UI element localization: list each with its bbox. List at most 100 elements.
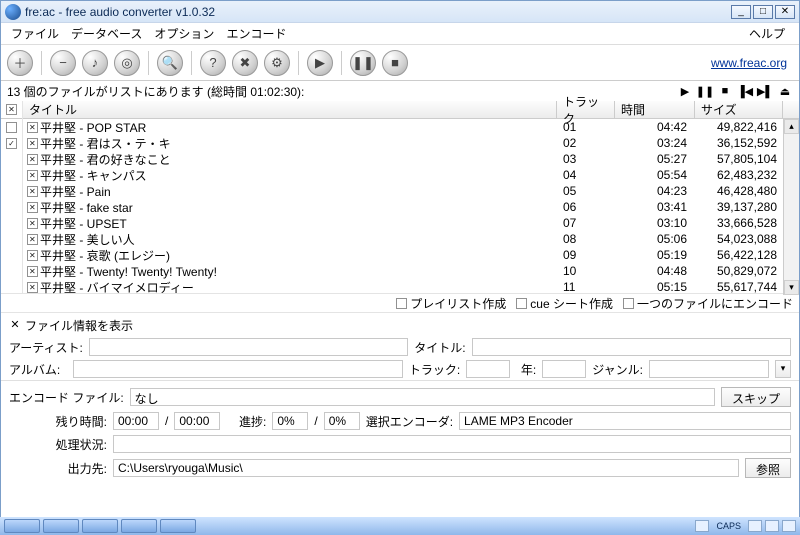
tray-icon[interactable] [765, 520, 779, 532]
play-icon[interactable]: ▶ [307, 50, 333, 76]
row-track: 02 [557, 136, 615, 150]
row-size: 54,023,088 [695, 232, 783, 246]
row-size: 50,829,072 [695, 264, 783, 278]
row-mark-icon[interactable] [27, 170, 38, 181]
col-title[interactable]: タイトル [23, 101, 557, 118]
outdir-input[interactable]: C:\Users\ryouga\Music\ [113, 459, 739, 477]
row-track: 07 [557, 216, 615, 230]
select-all-checkbox[interactable] [6, 104, 17, 115]
table-row[interactable]: 平井堅 - 君はス・テ・キ0203:2436,152,592 [23, 135, 783, 151]
genre-input[interactable] [649, 360, 769, 378]
table-row[interactable]: 平井堅 - Pain0504:2346,428,480 [23, 183, 783, 199]
player-stop-icon[interactable]: ■ [717, 84, 733, 98]
scroll-up-icon[interactable]: ▴ [784, 119, 799, 134]
caps-indicator: CAPS [712, 521, 745, 531]
row-size: 56,422,128 [695, 248, 783, 262]
tray-icon[interactable] [695, 520, 709, 532]
create-playlist-checkbox[interactable]: プレイリスト作成 [396, 295, 506, 312]
table-row[interactable]: 平井堅 - 哀歌 (エレジー)0905:1956,422,128 [23, 247, 783, 263]
close-button[interactable]: ✕ [775, 5, 795, 19]
player-pause-icon[interactable]: ❚❚ [697, 84, 713, 98]
taskbar-app[interactable] [121, 519, 157, 533]
gear-icon[interactable]: ⚙ [264, 50, 290, 76]
year-label: 年: [516, 361, 536, 378]
progress2-field: 0% [324, 412, 360, 430]
settings-icon[interactable]: ✖ [232, 50, 258, 76]
table-row[interactable]: 平井堅 - バイマイメロディー1105:1555,617,744 [23, 279, 783, 295]
row-mark-icon[interactable] [27, 282, 38, 293]
table-row[interactable]: 平井堅 - Twenty! Twenty! Twenty!1004:4850,8… [23, 263, 783, 279]
progress1-field: 0% [272, 412, 308, 430]
table-row[interactable]: 平井堅 - fake star0603:4139,137,280 [23, 199, 783, 215]
title-input[interactable] [472, 338, 791, 356]
row-time: 05:54 [615, 168, 695, 182]
maximize-button[interactable]: □ [753, 5, 773, 19]
taskbar-app[interactable] [160, 519, 196, 533]
row-time: 04:23 [615, 184, 695, 198]
year-input[interactable] [542, 360, 586, 378]
cd-icon[interactable]: ♪ [82, 50, 108, 76]
table-row[interactable]: 平井堅 - キャンパス0405:5462,483,232 [23, 167, 783, 183]
row-mark-icon[interactable] [27, 138, 38, 149]
tray-icon[interactable] [782, 520, 796, 532]
row-mark-icon[interactable] [27, 266, 38, 277]
info-icon[interactable]: ? [200, 50, 226, 76]
row-mark-icon[interactable] [27, 154, 38, 165]
scroll-down-icon[interactable]: ▾ [784, 280, 799, 295]
table-row[interactable]: 平井堅 - 美しい人0805:0654,023,088 [23, 231, 783, 247]
album-input[interactable] [73, 360, 403, 378]
minimize-button[interactable]: _ [731, 5, 751, 19]
menu-file[interactable]: ファイル [7, 23, 63, 44]
row-mark-icon[interactable] [27, 218, 38, 229]
row-mark-icon[interactable] [27, 122, 38, 133]
col-size[interactable]: サイズ [695, 101, 783, 118]
search-icon[interactable]: 🔍 [157, 50, 183, 76]
stop-icon[interactable]: ■ [382, 50, 408, 76]
taskbar-app[interactable] [82, 519, 118, 533]
taskbar-app[interactable] [43, 519, 79, 533]
player-prev-icon[interactable]: ▐◀ [737, 84, 753, 98]
row-mark-icon[interactable] [27, 186, 38, 197]
artist-input[interactable] [89, 338, 408, 356]
genre-dropdown-icon[interactable]: ▾ [775, 360, 791, 378]
pause-icon[interactable]: ❚❚ [350, 50, 376, 76]
single-file-checkbox[interactable]: 一つのファイルにエンコード [623, 295, 793, 312]
player-eject-icon[interactable]: ⏏ [777, 84, 793, 98]
menubar: ファイル データベース オプション エンコード ヘルプ [1, 23, 799, 45]
disc-icon[interactable]: ◎ [114, 50, 140, 76]
table-row[interactable]: 平井堅 - 君の好きなこと0305:2757,805,104 [23, 151, 783, 167]
skip-button[interactable]: スキップ [721, 387, 791, 407]
table-row[interactable]: 平井堅 - POP STAR0104:4249,822,416 [23, 119, 783, 135]
menu-help[interactable]: ヘルプ [745, 23, 789, 44]
col-track[interactable]: トラック [557, 101, 615, 118]
browse-button[interactable]: 参照 [745, 458, 791, 478]
scrollbar[interactable]: ▴ ▾ [783, 119, 799, 295]
player-play-icon[interactable]: ▶ [677, 84, 693, 98]
row-time: 04:42 [615, 120, 695, 134]
remove-file-icon[interactable]: − [50, 50, 76, 76]
row-checkbox[interactable] [6, 138, 17, 149]
table-row[interactable]: 平井堅 - UPSET0703:1033,666,528 [23, 215, 783, 231]
menu-database[interactable]: データベース [67, 23, 146, 44]
row-title: 平井堅 - バイマイメロディー [40, 279, 194, 296]
site-link[interactable]: www.freac.org [711, 56, 787, 70]
taskbar: CAPS [0, 517, 800, 535]
row-size: 46,428,480 [695, 184, 783, 198]
col-time[interactable]: 時間 [615, 101, 695, 118]
menu-encode[interactable]: エンコード [222, 23, 290, 44]
player-next-icon[interactable]: ▶▌ [757, 84, 773, 98]
add-file-icon[interactable]: ＋ [7, 50, 33, 76]
create-cue-checkbox[interactable]: cue シート作成 [516, 295, 613, 312]
row-mark-icon[interactable] [27, 250, 38, 261]
row-size: 62,483,232 [695, 168, 783, 182]
taskbar-app[interactable] [4, 519, 40, 533]
row-title: 平井堅 - UPSET [40, 215, 127, 232]
row-checkbox[interactable] [6, 122, 17, 133]
track-input[interactable] [466, 360, 510, 378]
close-info-icon[interactable]: ✕ [9, 320, 21, 332]
row-size: 36,152,592 [695, 136, 783, 150]
row-mark-icon[interactable] [27, 234, 38, 245]
row-mark-icon[interactable] [27, 202, 38, 213]
tray-icon[interactable] [748, 520, 762, 532]
menu-options[interactable]: オプション [150, 23, 218, 44]
